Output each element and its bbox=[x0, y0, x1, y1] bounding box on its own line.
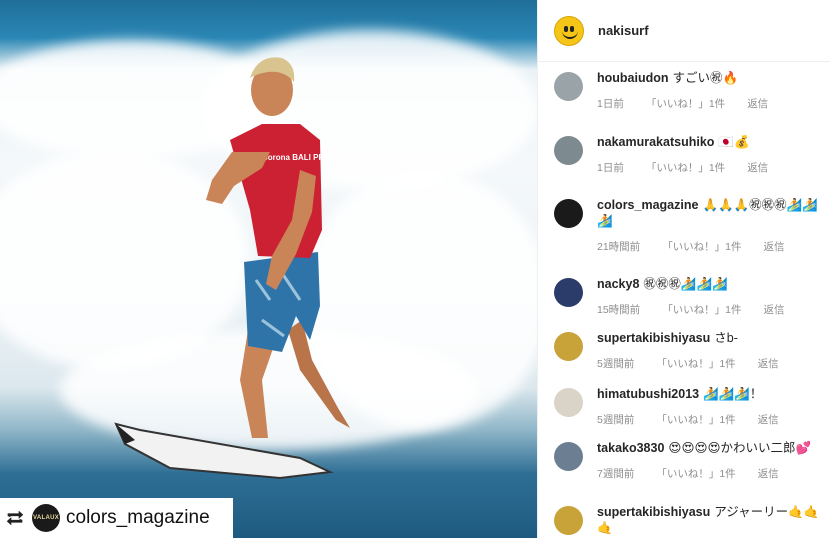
surfer-illustration: Corona BALI PROTECTED bbox=[114, 57, 363, 480]
comment-username[interactable]: supertakibishiyasu bbox=[597, 505, 710, 519]
post-photo[interactable]: Corona BALI PROTECTED VALAUX colors_maga… bbox=[0, 0, 537, 538]
comment-time[interactable]: 5週間前 bbox=[597, 356, 634, 371]
reply-button[interactable]: 返信 bbox=[747, 160, 768, 175]
comment-username[interactable]: colors_magazine bbox=[597, 198, 698, 212]
smiley-avatar-icon[interactable] bbox=[554, 15, 584, 46]
commenter-avatar[interactable] bbox=[554, 278, 583, 307]
comment-item: takako3830 😍😍😍😍かわいい二郎💕 7週間前 「いいね！」1件 返信 bbox=[554, 440, 824, 481]
commenter-avatar[interactable] bbox=[554, 442, 583, 471]
commenter-avatar[interactable] bbox=[554, 388, 583, 417]
repost-avatar[interactable]: VALAUX bbox=[32, 504, 60, 532]
repost-bar[interactable]: VALAUX colors_magazine bbox=[0, 498, 233, 538]
reply-button[interactable]: 返信 bbox=[758, 412, 779, 427]
comment-item: nacky8 ㊗㊗㊗🏄🏄🏄 15時間前 「いいね！」1件 返信 bbox=[554, 276, 824, 317]
comment-likes[interactable]: 「いいね！」1件 bbox=[646, 160, 725, 175]
comment-item: himatubushi2013 🏄🏄🏄！ 5週間前 「いいね！」1件 返信 bbox=[554, 386, 824, 427]
comment-username[interactable]: himatubushi2013 bbox=[597, 387, 699, 401]
comment-text: さb- bbox=[714, 331, 738, 345]
commenter-avatar[interactable] bbox=[554, 199, 583, 228]
repost-icon bbox=[6, 510, 24, 526]
comment-likes[interactable]: 「いいね！」1件 bbox=[656, 356, 735, 371]
reply-button[interactable]: 返信 bbox=[758, 356, 779, 371]
comment-item: houbaiudon すごい㊗🔥 1日前 「いいね！」1件 返信 bbox=[554, 70, 824, 111]
comment-time[interactable]: 15時間前 bbox=[597, 302, 640, 317]
comment-text: 🏄🏄🏄！ bbox=[703, 387, 763, 401]
reply-button[interactable]: 返信 bbox=[764, 239, 785, 254]
comment-username[interactable]: houbaiudon bbox=[597, 71, 669, 85]
instagram-post-view: Corona BALI PROTECTED VALAUX colors_maga… bbox=[0, 0, 830, 538]
comments-panel: nakisurf houbaiudon すごい㊗🔥 1日前 「いいね！」1件 返信 n… bbox=[537, 0, 830, 538]
comment-text: 🇯🇵💰 bbox=[718, 135, 750, 149]
comment-item: colors_magazine 🙏🙏🙏㊗㊗㊗🏄🏄🏄 21時間前 「いいね！」1件 返信 bbox=[554, 197, 824, 254]
comment-time[interactable]: 1日前 bbox=[597, 96, 624, 111]
comment-likes[interactable]: 「いいね！」1件 bbox=[656, 412, 735, 427]
comment-username[interactable]: nacky8 bbox=[597, 277, 639, 291]
commenter-avatar[interactable] bbox=[554, 332, 583, 361]
reply-button[interactable]: 返信 bbox=[747, 96, 768, 111]
comment-likes[interactable]: 「いいね！」1件 bbox=[656, 466, 735, 481]
comment-username[interactable]: takako3830 bbox=[597, 441, 664, 455]
comment-username[interactable]: supertakibishiyasu bbox=[597, 331, 710, 345]
post-author-username[interactable]: nakisurf bbox=[598, 23, 649, 38]
post-header: nakisurf bbox=[538, 0, 830, 62]
comment-item: supertakibishiyasu アジャーリー🤙🤙🤙 bbox=[554, 504, 824, 536]
comment-username[interactable]: nakamurakatsuhiko bbox=[597, 135, 714, 149]
comment-item: supertakibishiyasu さb- 5週間前 「いいね！」1件 返信 bbox=[554, 330, 824, 371]
comment-text: すごい㊗🔥 bbox=[672, 71, 739, 85]
comment-likes[interactable]: 「いいね！」1件 bbox=[662, 239, 741, 254]
comment-time[interactable]: 21時間前 bbox=[597, 239, 640, 254]
comment-time[interactable]: 1日前 bbox=[597, 160, 624, 175]
commenter-avatar[interactable] bbox=[554, 72, 583, 101]
commenter-avatar[interactable] bbox=[554, 506, 583, 535]
repost-username[interactable]: colors_magazine bbox=[66, 507, 210, 529]
comment-time[interactable]: 5週間前 bbox=[597, 412, 634, 427]
reply-button[interactable]: 返信 bbox=[764, 302, 785, 317]
comment-likes[interactable]: 「いいね！」1件 bbox=[662, 302, 741, 317]
comment-likes[interactable]: 「いいね！」1件 bbox=[646, 96, 725, 111]
comment-time[interactable]: 7週間前 bbox=[597, 466, 634, 481]
comment-item: nakamurakatsuhiko 🇯🇵💰 1日前 「いいね！」1件 返信 bbox=[554, 134, 824, 175]
jersey-text: Corona BALI PROTECTED bbox=[262, 153, 363, 162]
comment-text: ㊗㊗㊗🏄🏄🏄 bbox=[643, 277, 728, 291]
comment-text: 😍😍😍😍かわいい二郎💕 bbox=[668, 441, 812, 455]
reply-button[interactable]: 返信 bbox=[758, 466, 779, 481]
commenter-avatar[interactable] bbox=[554, 136, 583, 165]
